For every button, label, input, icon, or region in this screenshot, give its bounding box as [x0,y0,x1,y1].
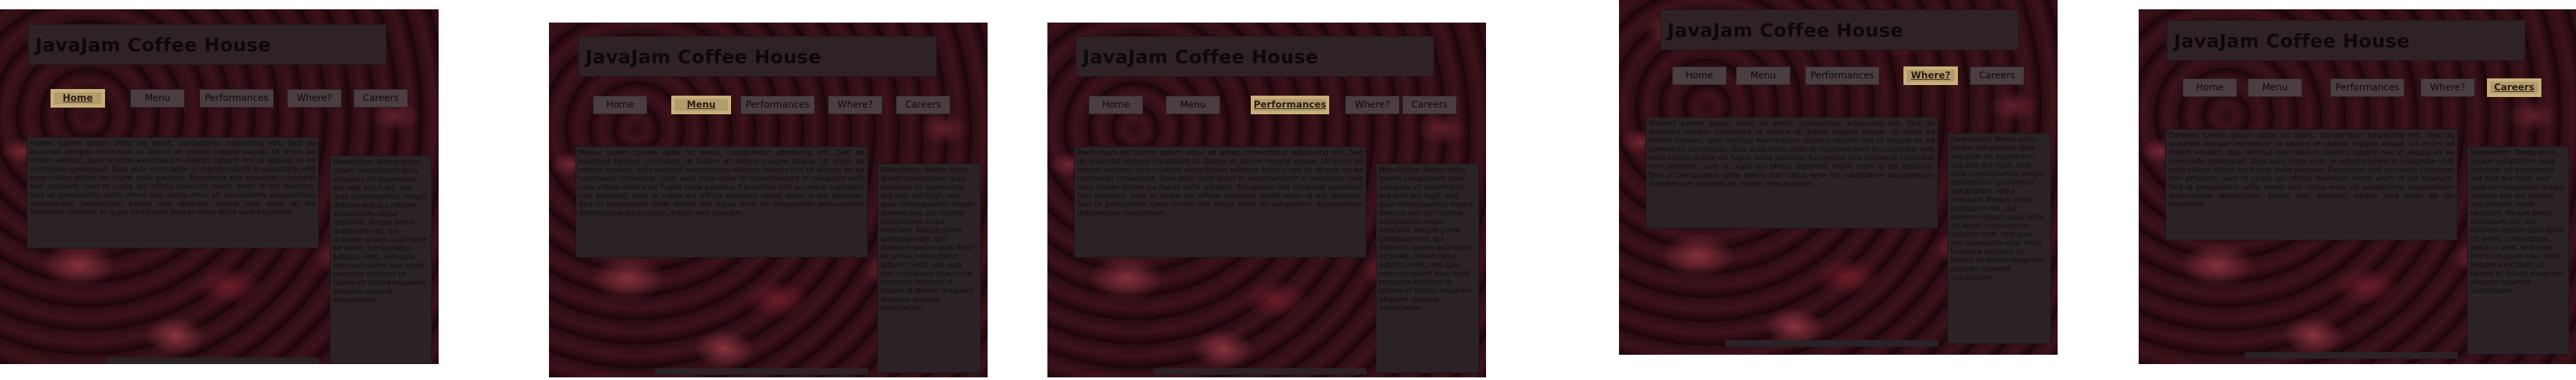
nav-home-button[interactable]: Home [593,96,647,114]
nav-where-button[interactable]: Where? [1903,66,1958,85]
header-banner: JavaJam Coffee House [2167,20,2525,61]
site-title: JavaJam Coffee House [586,45,821,68]
header-banner: JavaJam Coffee House [1660,9,2019,50]
nav-performances-button[interactable]: Performances [740,96,815,114]
nav-home-button[interactable]: Home [1672,66,1727,85]
sidebar-newsletter: Newsletter: Nemo enim ipsam voluptatem q… [1947,133,2051,344]
main-content: Home: Lorem ipsum dolor sit amet, consec… [27,137,319,248]
sidebar-newsletter: Newsletter: Nemo enim ipsam voluptatem q… [877,163,981,373]
sidebar-newsletter: Newsletter: Nemo enim ipsam voluptatem q… [330,155,432,364]
footer-bar [2245,352,2458,359]
footer-bar [655,368,868,375]
site-title: JavaJam Coffee House [1667,19,1903,41]
page-screenshot-where: JavaJam Coffee House Home Menu Performances… [1619,0,2058,355]
nav-where-button[interactable]: Where? [1345,96,1400,114]
sidebar-newsletter: Newsletter: Nemo enim ipsam voluptatem q… [2467,146,2569,355]
nav-menu-button[interactable]: Menu [130,89,185,108]
header-banner: JavaJam Coffee House [1075,36,1434,77]
footer-bar [106,357,319,364]
nav-home-button[interactable]: Home [1089,96,1143,114]
footer-bar [1154,368,1366,375]
main-content: Menu: Lorem ipsum dolor sit amet, consec… [576,146,868,258]
nav-where-button[interactable]: Where? [2420,78,2475,97]
nav-menu-button[interactable]: Menu [671,96,731,114]
nav-careers-button[interactable]: Careers [2487,78,2541,97]
site-title: JavaJam Coffee House [2174,29,2410,52]
page-screenshot-careers: JavaJam Coffee House Home Menu Performances… [2139,9,2576,364]
nav-careers-button[interactable]: Careers [1970,66,2024,85]
page-screenshot-home: JavaJam Coffee House Home Menu Performances… [0,9,439,364]
header-banner: JavaJam Coffee House [578,36,937,77]
nav-performances-button[interactable]: Performances [1251,96,1329,114]
nav-performances-button[interactable]: Performances [199,89,274,108]
site-title: JavaJam Coffee House [1083,45,1319,68]
nav-where-button[interactable]: Where? [287,89,342,108]
nav-careers-button[interactable]: Careers [1402,96,1457,114]
nav-careers-button[interactable]: Careers [354,89,408,108]
nav-performances-button[interactable]: Performances [2330,78,2405,97]
nav-where-button[interactable]: Where? [828,96,883,114]
page-screenshot-performances: JavaJam Coffee House Home Menu Performances… [1047,23,1486,377]
site-title: JavaJam Coffee House [35,33,271,56]
sidebar-newsletter: Newsletter: Nemo enim ipsam voluptatem q… [1376,163,1479,373]
main-content: Where? Lorem ipsum dolor sit amet, conse… [1646,117,1938,229]
nav-home-button[interactable]: Home [2183,78,2237,97]
nav-home-button[interactable]: Home [51,89,105,108]
nav-menu-button[interactable]: Menu [1166,96,1220,114]
main-content: Careers: Lorem ipsum dolor sit amet, con… [2165,129,2458,240]
nav-menu-button[interactable]: Menu [1736,66,1790,85]
main-content: Performances: Lorem ipsum dolor sit amet… [1074,146,1366,258]
page-screenshot-menu: JavaJam Coffee House Home Menu Performances… [549,23,988,377]
nav-menu-button[interactable]: Menu [2248,78,2302,97]
nav-performances-button[interactable]: Performances [1805,66,1879,85]
nav-careers-button[interactable]: Careers [896,96,950,114]
header-banner: JavaJam Coffee House [28,24,387,65]
footer-bar [1725,340,1938,347]
